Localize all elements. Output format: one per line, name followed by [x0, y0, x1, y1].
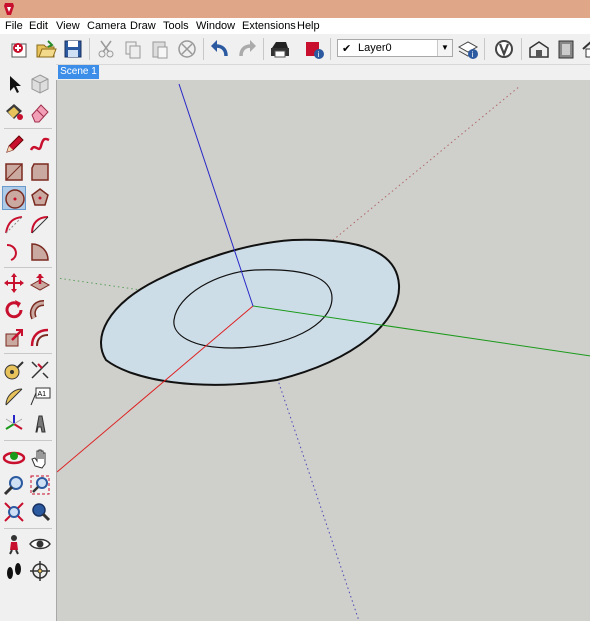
orbit-icon[interactable]	[2, 446, 26, 470]
toolbar-separator	[4, 128, 52, 129]
menu-help[interactable]: Help	[297, 19, 320, 33]
warehouse-icon[interactable]	[527, 37, 551, 61]
dimension-icon[interactable]	[28, 358, 52, 382]
tab-scene-1[interactable]: Scene 1	[58, 65, 99, 79]
main-toolbar: i i	[0, 34, 590, 65]
paint-bucket-icon[interactable]	[2, 100, 26, 124]
pencil-icon[interactable]	[2, 132, 26, 156]
toolbar-separator	[4, 353, 52, 354]
tools-toolbar: A1	[0, 64, 56, 621]
offset-icon[interactable]	[28, 326, 52, 350]
walk-icon[interactable]	[2, 559, 26, 583]
text-icon[interactable]: A1	[28, 385, 52, 409]
zoom-extents-icon[interactable]	[2, 500, 26, 524]
menu-tools[interactable]: Tools	[163, 19, 189, 33]
svg-text:A1: A1	[38, 391, 47, 398]
toolbar-separator	[4, 528, 52, 529]
toolbar-separator	[203, 38, 204, 60]
menu-camera[interactable]: Camera	[87, 19, 126, 33]
toolbar-separator	[263, 38, 264, 60]
protractor-icon[interactable]	[2, 385, 26, 409]
svg-text:i: i	[472, 50, 474, 59]
model-info-icon[interactable]: i	[302, 37, 326, 61]
v-ray-icon[interactable]	[492, 37, 516, 61]
eraser-icon[interactable]	[28, 100, 52, 124]
new-model-icon[interactable]	[8, 37, 32, 61]
circle-icon[interactable]	[2, 186, 26, 210]
toolbar-separator	[521, 38, 522, 60]
undo-icon[interactable]	[208, 37, 232, 61]
menu-bar: File Edit View Camera Draw Tools Window …	[0, 18, 590, 34]
select-icon[interactable]	[2, 72, 26, 96]
zoom-icon[interactable]	[2, 473, 26, 497]
menu-window[interactable]: Window	[196, 19, 235, 33]
pie-icon[interactable]	[28, 240, 52, 264]
two-point-arc-icon[interactable]	[28, 213, 52, 237]
rotated-rectangle-icon[interactable]	[28, 160, 52, 184]
toolbar-separator	[484, 38, 485, 60]
menu-view[interactable]: View	[56, 19, 80, 33]
push-pull-icon[interactable]	[28, 271, 52, 295]
menu-edit[interactable]: Edit	[29, 19, 48, 33]
three-point-arc-icon[interactable]	[2, 240, 26, 264]
layer-visible-check: ✔	[342, 43, 352, 55]
toolbar-separator	[4, 440, 52, 441]
layer-manager-icon[interactable]: i	[456, 37, 480, 61]
outer-circle-face[interactable]	[100, 238, 401, 386]
freehand-icon[interactable]	[28, 132, 52, 156]
copy-icon[interactable]	[121, 37, 145, 61]
extension-icon[interactable]	[554, 37, 578, 61]
pan-icon[interactable]	[28, 446, 52, 470]
open-icon[interactable]	[34, 37, 58, 61]
toolbar-separator	[89, 38, 90, 60]
sketchup-logo-icon	[4, 3, 14, 15]
print-icon[interactable]	[268, 37, 292, 61]
move-icon[interactable]	[2, 271, 26, 295]
component-icon[interactable]	[28, 72, 52, 96]
save-icon[interactable]	[61, 37, 85, 61]
menu-extensions[interactable]: Extensions	[242, 19, 296, 33]
polygon-icon[interactable]	[28, 186, 52, 210]
paste-icon[interactable]	[148, 37, 172, 61]
toolbar-separator	[4, 267, 52, 268]
layer-dropdown[interactable]: ✔ Layer0 ▼	[337, 39, 453, 57]
look-around-icon[interactable]	[28, 532, 52, 556]
svg-text:i: i	[318, 50, 320, 59]
drawing-viewport[interactable]	[56, 80, 590, 621]
follow-me-icon[interactable]	[28, 298, 52, 322]
chevron-down-icon[interactable]: ▼	[437, 40, 452, 56]
arc-icon[interactable]	[2, 213, 26, 237]
redo-icon[interactable]	[235, 37, 259, 61]
section-plane-icon[interactable]	[28, 559, 52, 583]
previous-view-icon[interactable]	[28, 500, 52, 524]
home-icon[interactable]	[580, 37, 590, 61]
scale-icon[interactable]	[2, 326, 26, 350]
zoom-window-icon[interactable]	[28, 473, 52, 497]
erase-selection-icon[interactable]	[175, 37, 199, 61]
toolbar-separator	[330, 38, 331, 60]
cut-icon[interactable]	[94, 37, 118, 61]
3d-text-icon[interactable]	[28, 412, 52, 436]
position-camera-icon[interactable]	[2, 532, 26, 556]
model-canvas	[57, 83, 590, 621]
menu-draw[interactable]: Draw	[130, 19, 156, 33]
axes-icon[interactable]	[2, 412, 26, 436]
tape-measure-icon[interactable]	[2, 358, 26, 382]
menu-file[interactable]: File	[5, 19, 23, 33]
rectangle-icon[interactable]	[2, 160, 26, 184]
rotate-icon[interactable]	[2, 298, 26, 322]
layer-name: Layer0	[358, 42, 392, 54]
title-bar	[0, 0, 590, 18]
